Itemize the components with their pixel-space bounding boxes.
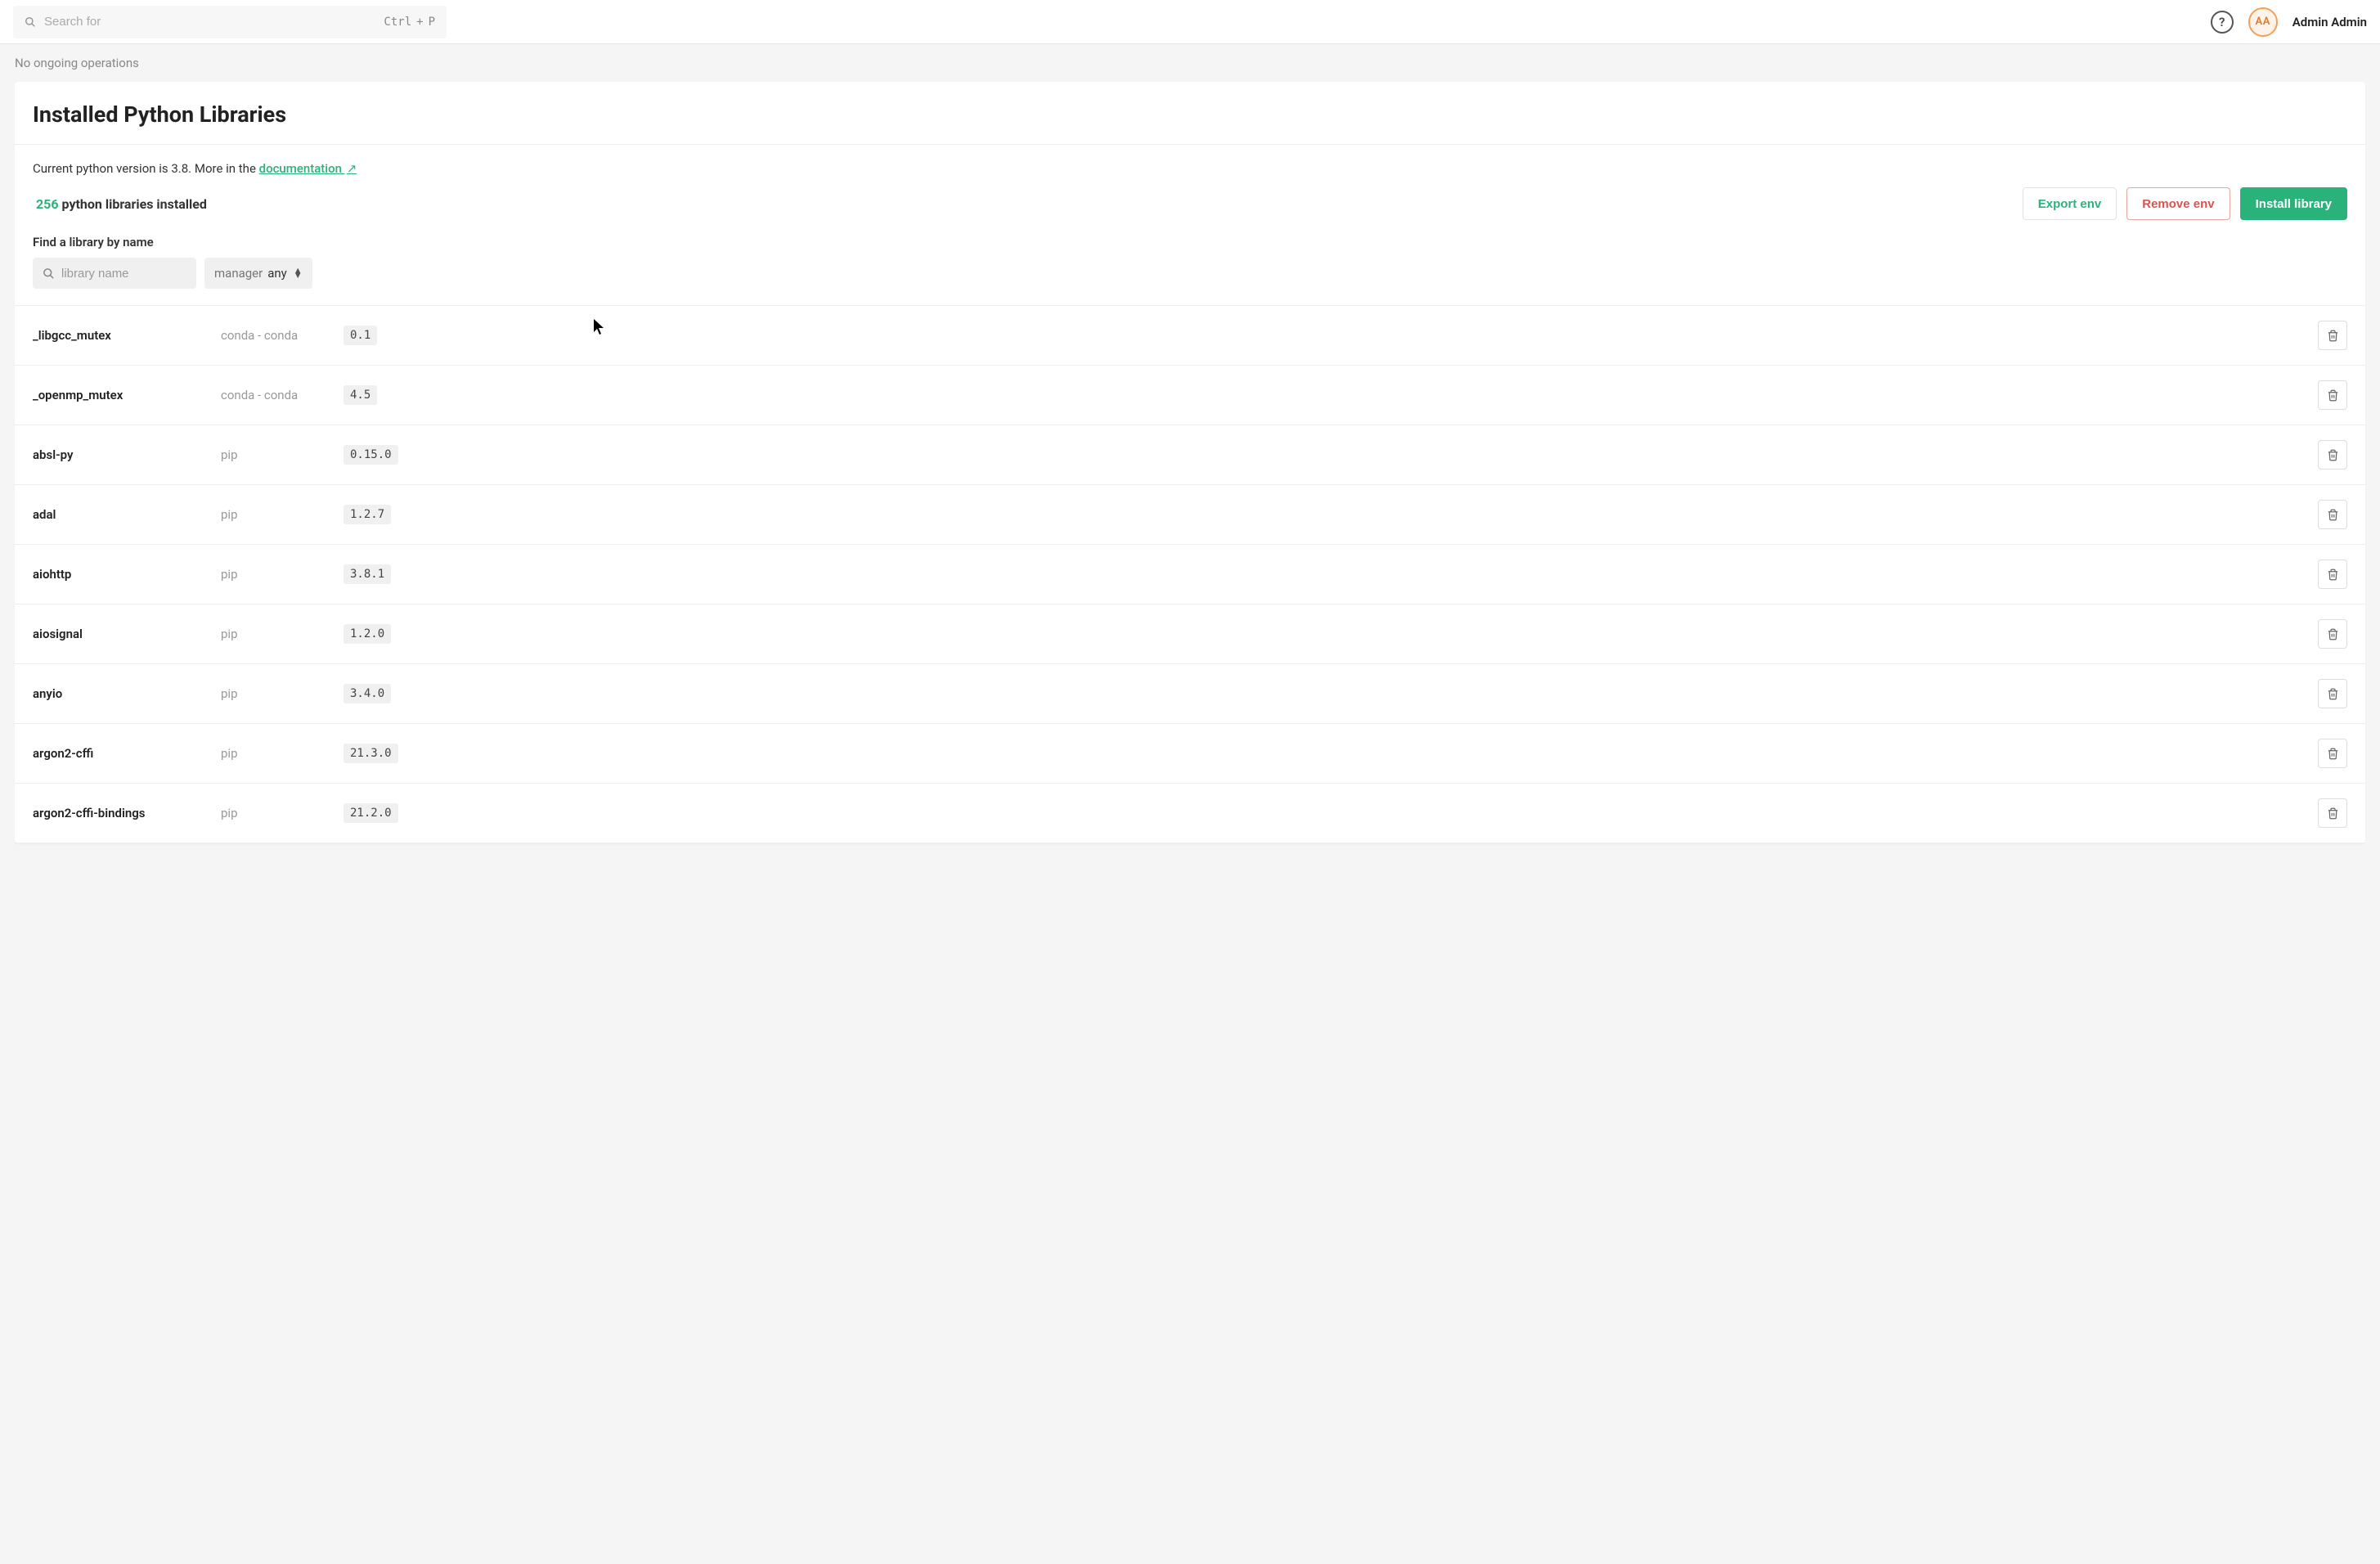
library-version: 21.3.0 [344,744,2315,763]
library-manager: pip [221,567,344,582]
panel-header: Installed Python Libraries [15,82,2365,145]
table-row: aiohttppip3.8.1 [15,545,2365,604]
library-version: 3.8.1 [344,564,2315,584]
topbar-right: ? AA Admin Admin [2211,7,2367,37]
library-name: _libgcc_mutex [33,328,221,343]
library-name: absl-py [33,447,221,462]
libraries-table: _libgcc_mutexconda - conda0.1_openmp_mut… [15,305,2365,843]
sort-icon: ▲▼ [294,268,303,278]
count-suffix: python libraries installed [59,196,207,212]
avatar[interactable]: AA [2248,7,2278,37]
operations-status: No ongoing operations [0,44,2380,82]
global-search-box[interactable]: Ctrl + P [13,6,447,38]
library-name: argon2-cffi [33,746,221,761]
manager-select[interactable]: manager any ▲▼ [204,258,312,289]
library-name: aiosignal [33,627,221,641]
trash-icon [2327,330,2339,342]
delete-button[interactable] [2318,560,2347,589]
filter-label: Find a library by name [33,235,2347,249]
library-search-box[interactable] [33,258,196,289]
search-shortcut: Ctrl + P [384,16,435,29]
shortcut-plus: + [416,16,423,29]
library-manager: pip [221,627,344,641]
library-name: _openmp_mutex [33,388,221,402]
trash-icon [2327,807,2339,820]
delete-button[interactable] [2318,798,2347,828]
table-row: adalpip1.2.7 [15,485,2365,545]
version-text: Current python version is 3.8. More in t… [33,161,259,176]
delete-button[interactable] [2318,321,2347,350]
manager-value: any [267,266,287,281]
table-row: _libgcc_mutexconda - conda0.1 [15,306,2365,366]
count-row: 256 python libraries installed Export en… [33,187,2347,220]
filter-section: Find a library by name manager any ▲▼ [15,235,2365,305]
library-version: 0.1 [344,326,2315,345]
main-panel: Installed Python Libraries Current pytho… [15,82,2365,843]
table-row: absl-pypip0.15.0 [15,425,2365,485]
trash-icon [2327,628,2339,640]
search-icon [25,16,36,28]
delete-button[interactable] [2318,500,2347,529]
delete-button[interactable] [2318,739,2347,768]
external-link-icon: ↗ [347,161,357,176]
documentation-link[interactable]: documentation ↗ [259,161,357,176]
library-manager: pip [221,447,344,462]
search-icon [43,267,55,280]
library-version: 1.2.0 [344,624,2315,644]
info-section: Current python version is 3.8. More in t… [15,145,2365,220]
shortcut-key: P [429,16,435,29]
python-version-info: Current python version is 3.8. More in t… [33,161,2347,176]
delete-button[interactable] [2318,440,2347,470]
library-manager: pip [221,686,344,701]
library-version: 1.2.7 [344,505,2315,524]
help-icon[interactable]: ? [2211,11,2234,34]
install-library-button[interactable]: Install library [2240,187,2347,220]
username: Admin Admin [2292,15,2367,29]
library-version: 21.2.0 [344,803,2315,823]
table-row: _openmp_mutexconda - conda4.5 [15,366,2365,425]
table-row: argon2-cffipip21.3.0 [15,724,2365,784]
delete-button[interactable] [2318,619,2347,649]
library-name: adal [33,507,221,522]
table-row: anyiopip3.4.0 [15,664,2365,724]
trash-icon [2327,509,2339,521]
count-number: 256 [36,196,59,212]
export-env-button[interactable]: Export env [2023,187,2117,220]
library-version: 3.4.0 [344,684,2315,703]
filter-controls: manager any ▲▼ [33,258,2347,289]
table-row: aiosignalpip1.2.0 [15,604,2365,664]
library-manager: conda - conda [221,388,344,402]
delete-button[interactable] [2318,380,2347,410]
library-version: 0.15.0 [344,445,2315,465]
library-name: aiohttp [33,567,221,582]
library-name: anyio [33,686,221,701]
manager-label: manager [214,266,263,281]
page-title: Installed Python Libraries [33,101,2347,128]
library-search-input[interactable] [61,267,186,281]
library-count: 256 python libraries installed [33,196,207,212]
trash-icon [2327,449,2339,461]
table-row: argon2-cffi-bindingspip21.2.0 [15,784,2365,843]
trash-icon [2327,688,2339,700]
trash-icon [2327,389,2339,402]
library-manager: pip [221,806,344,820]
trash-icon [2327,748,2339,760]
delete-button[interactable] [2318,679,2347,708]
library-version: 4.5 [344,385,2315,405]
topbar: Ctrl + P ? AA Admin Admin [0,0,2380,44]
library-manager: pip [221,507,344,522]
library-name: argon2-cffi-bindings [33,806,221,820]
global-search-input[interactable] [44,15,384,29]
remove-env-button[interactable]: Remove env [2126,187,2230,220]
library-manager: conda - conda [221,328,344,343]
shortcut-ctrl: Ctrl [384,16,411,29]
library-manager: pip [221,746,344,761]
trash-icon [2327,569,2339,581]
action-buttons: Export env Remove env Install library [2023,187,2347,220]
